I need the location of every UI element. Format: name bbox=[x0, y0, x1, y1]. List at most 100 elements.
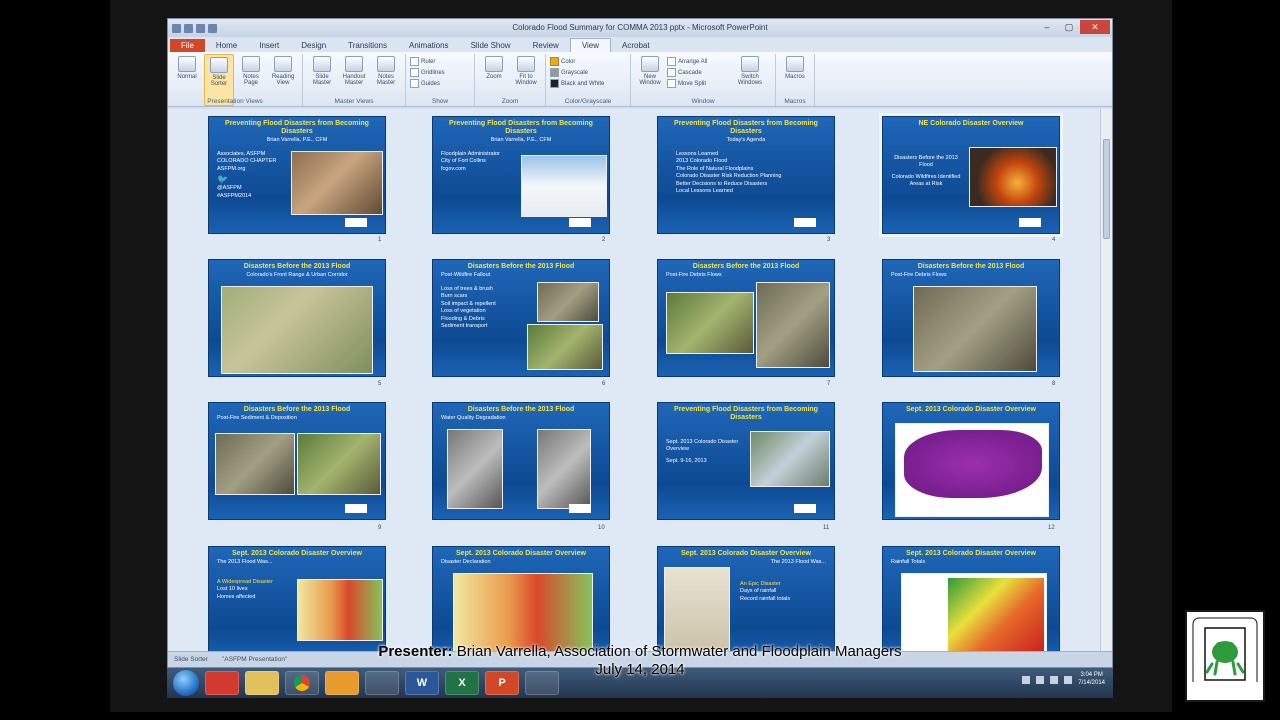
tab-home[interactable]: Home bbox=[205, 39, 248, 52]
group-macros: Macros Macros bbox=[776, 54, 815, 106]
slide-number: 5 bbox=[378, 381, 382, 387]
slide-thumbnail-9[interactable]: Disasters Before the 2013 Flood Post-Fir… bbox=[208, 402, 386, 520]
minimize-button[interactable]: – bbox=[1036, 20, 1058, 34]
slide-number: 4 bbox=[1052, 237, 1056, 243]
maximize-button[interactable]: ▢ bbox=[1058, 20, 1080, 34]
slide-thumbnail-10[interactable]: Disasters Before the 2013 Flood Water Qu… bbox=[432, 402, 610, 520]
slide-thumbnail-1[interactable]: Preventing Flood Disasters from Becoming… bbox=[208, 116, 386, 234]
slide-sorter-icon bbox=[210, 57, 228, 73]
window-title: Colorado Flood Summary for COMMA 2013 pp… bbox=[512, 23, 768, 32]
slide-thumbnail-6[interactable]: Disasters Before the 2013 Flood Post-Wil… bbox=[432, 259, 610, 377]
slide-number: 6 bbox=[602, 381, 606, 387]
tab-transitions[interactable]: Transitions bbox=[337, 39, 398, 52]
gridlines-checkbox[interactable]: Gridlines bbox=[410, 68, 470, 77]
group-window: New Window Arrange All Cascade Move Spli… bbox=[631, 54, 776, 106]
slide-subtitle: Brian Varrella, P.E., CFM bbox=[490, 137, 552, 144]
move-split-button[interactable]: Move Split bbox=[667, 79, 727, 88]
slide-photo bbox=[537, 429, 591, 509]
tab-review[interactable]: Review bbox=[522, 39, 570, 52]
group-presentation-views: Normal Slide Sorter Notes Page Reading V… bbox=[168, 54, 303, 106]
group-zoom: Zoom Fit to Window Zoom bbox=[475, 54, 546, 106]
slide-number: 2 bbox=[602, 237, 606, 243]
tab-animations[interactable]: Animations bbox=[398, 39, 460, 52]
group-label: Presentation Views bbox=[207, 98, 263, 105]
slide-thumbnail-3[interactable]: Preventing Flood Disasters from Becoming… bbox=[657, 116, 835, 234]
slide-title: Sept. 2013 Colorado Disaster Overview bbox=[906, 550, 1036, 557]
slide-logo bbox=[1019, 218, 1041, 227]
slide-thumbnail-8[interactable]: Disasters Before the 2013 Flood Post-Fir… bbox=[882, 259, 1060, 377]
guides-checkbox[interactable]: Guides bbox=[410, 79, 470, 88]
slide-subtitle: Post-Fire Debris Flows bbox=[891, 272, 947, 279]
slide-title: Sept. 2013 Colorado Disaster Overview bbox=[232, 550, 362, 557]
slide-photo bbox=[913, 286, 1037, 372]
slide-photo bbox=[291, 151, 383, 215]
vertical-scrollbar[interactable] bbox=[1100, 109, 1112, 653]
slide-number: 12 bbox=[1048, 525, 1055, 531]
slide-photo bbox=[750, 431, 830, 487]
slide-map bbox=[453, 573, 593, 653]
slide-photo bbox=[297, 433, 381, 495]
twitter-icon: 🐦 bbox=[217, 174, 229, 185]
switch-windows-icon bbox=[741, 56, 759, 72]
tab-insert[interactable]: Insert bbox=[248, 39, 290, 52]
slide-thumbnail-2[interactable]: Preventing Flood Disasters from Becoming… bbox=[432, 116, 610, 234]
slide-title: Sept. 2013 Colorado Disaster Overview bbox=[906, 406, 1036, 413]
slide-photo bbox=[537, 282, 599, 322]
color-option[interactable]: Color bbox=[550, 57, 626, 66]
grayscale-option[interactable]: Grayscale bbox=[550, 68, 626, 77]
slide-photo bbox=[756, 282, 830, 368]
arrange-all-button[interactable]: Arrange All bbox=[667, 57, 727, 66]
slide-photo bbox=[447, 429, 503, 509]
slide-photo bbox=[527, 324, 603, 370]
group-label: Color/Grayscale bbox=[564, 98, 612, 105]
slide-number: 11 bbox=[823, 525, 830, 531]
reading-view-icon bbox=[274, 56, 292, 72]
group-label: Show bbox=[431, 98, 449, 105]
close-button[interactable]: ✕ bbox=[1080, 20, 1110, 34]
tab-slide-show[interactable]: Slide Show bbox=[460, 39, 522, 52]
slide-body: An Epic Disaster Days of rainfall Record… bbox=[740, 581, 791, 602]
slide-thumbnail-4[interactable]: NE Colorado Disaster Overview Disasters … bbox=[879, 113, 1063, 237]
magnifier-icon bbox=[485, 56, 503, 72]
ruler-checkbox[interactable]: Ruler bbox=[410, 57, 470, 66]
slide-subtitle: Colorado's Front Range & Urban Corridor bbox=[246, 272, 348, 279]
slide-title: Sept. 2013 Colorado Disaster Overview bbox=[456, 550, 586, 557]
tab-acrobat[interactable]: Acrobat bbox=[611, 39, 661, 52]
slide-thumbnail-5[interactable]: Disasters Before the 2013 Flood Colorado… bbox=[208, 259, 386, 377]
slide-map bbox=[297, 579, 383, 641]
slide-thumbnail-12[interactable]: Sept. 2013 Colorado Disaster Overview bbox=[882, 402, 1060, 520]
slide-subtitle: Water Quality Degradation bbox=[441, 415, 506, 422]
slide-logo bbox=[794, 504, 816, 513]
slide-number: 1 bbox=[378, 237, 382, 243]
tab-design[interactable]: Design bbox=[290, 39, 337, 52]
slide-number: 8 bbox=[1052, 381, 1056, 387]
tab-view[interactable]: View bbox=[569, 38, 612, 52]
scrollbar-thumb[interactable] bbox=[1103, 139, 1110, 239]
new-window-icon bbox=[641, 56, 659, 72]
slide-number: 10 bbox=[598, 525, 605, 531]
group-label: Master Views bbox=[334, 98, 374, 105]
slide-thumbnail-7[interactable]: Disasters Before the 2013 Flood Post-Fir… bbox=[657, 259, 835, 377]
slide-subtitle: Post-Fire Sediment & Deposition bbox=[217, 415, 297, 422]
tab-file[interactable]: File bbox=[170, 39, 205, 52]
slide-body: Floodplain Administrator City of Fort Co… bbox=[441, 151, 501, 172]
slide-title: Disasters Before the 2013 Flood bbox=[692, 263, 800, 270]
fit-window-icon bbox=[517, 56, 535, 72]
macros-icon bbox=[786, 56, 804, 72]
slide-body: Disasters Before the 2013 Flood Colorado… bbox=[891, 155, 961, 188]
group-show: Ruler Gridlines Guides Show bbox=[406, 54, 475, 106]
slide-logo bbox=[345, 504, 367, 513]
slide-title: NE Colorado Disaster Overview bbox=[918, 120, 1024, 127]
presenter-caption: Presenter: Brian Varrella, Association o… bbox=[0, 643, 1280, 679]
slide-title: Sept. 2013 Colorado Disaster Overview bbox=[681, 550, 811, 557]
slide-thumbnail-11[interactable]: Preventing Flood Disasters from Becoming… bbox=[657, 402, 835, 520]
black-and-white-option[interactable]: Black and White bbox=[550, 79, 626, 88]
slide-subtitle: Post-Fire Debris Flows bbox=[666, 272, 722, 279]
slide-body: A Widespread Disaster Lost 10 lives Home… bbox=[217, 579, 273, 600]
slide-title: Preventing Flood Disasters from Becoming… bbox=[449, 120, 593, 136]
cascade-button[interactable]: Cascade bbox=[667, 68, 727, 77]
slide-map bbox=[221, 286, 373, 374]
powerpoint-window: Colorado Flood Summary for COMMA 2013 pp… bbox=[167, 18, 1113, 668]
slide-title: Disasters Before the 2013 Flood bbox=[243, 406, 351, 413]
slide-subtitle: The 2013 Flood Was... bbox=[217, 559, 273, 566]
